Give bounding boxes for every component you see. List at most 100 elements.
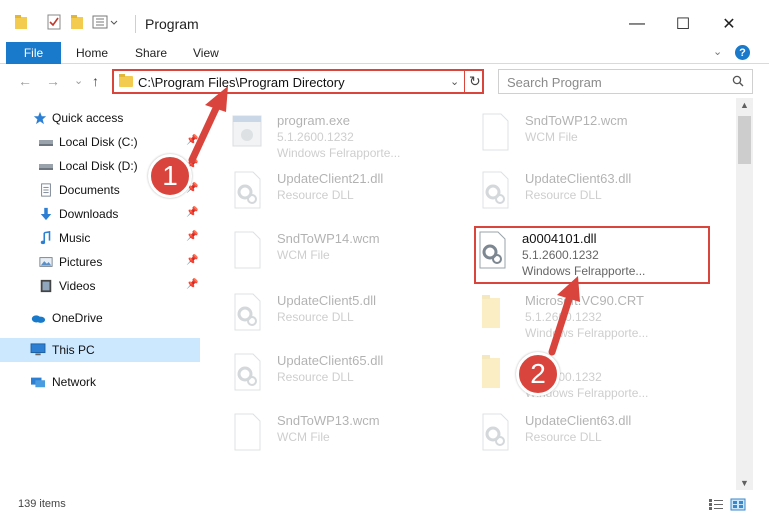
computer-icon	[30, 343, 46, 356]
tab-home[interactable]: Home	[76, 46, 108, 60]
blank-file-icon	[234, 413, 261, 451]
address-separator	[464, 71, 465, 92]
file-item-sndtowp13[interactable]: SndToWP13.wcm WCM File	[222, 404, 452, 460]
recent-locations-button[interactable]: ⌄	[74, 74, 83, 87]
file-item-updateclient63[interactable]: UpdateClient63.dll Resource DLL	[470, 162, 700, 218]
address-dropdown-icon[interactable]: ⌄	[450, 75, 459, 88]
help-icon[interactable]: ?	[735, 45, 750, 60]
back-button[interactable]: ←	[18, 73, 32, 89]
file-name: SndToWP12.wcm	[525, 113, 628, 128]
file-name: UpdateClient63.dll	[525, 171, 632, 186]
customize-toolbar-icon[interactable]	[92, 14, 122, 33]
file-version: 5.1.2600.1232	[277, 130, 354, 144]
dll-gear-icon	[234, 171, 261, 209]
title-separator	[135, 15, 136, 33]
search-input[interactable]: Search Program	[498, 69, 753, 94]
file-type: WCM File	[525, 130, 578, 144]
sidebar-item-downloads[interactable]: Downloads 📌	[0, 202, 200, 226]
search-placeholder: Search Program	[507, 75, 602, 90]
file-item-updateclient21[interactable]: UpdateClient21.dll Resource DLL	[222, 162, 452, 218]
sidebar-item-label: Quick access	[52, 111, 124, 125]
sidebar-item-label: Downloads	[59, 207, 119, 221]
scroll-down-icon[interactable]: ▼	[740, 478, 749, 488]
forward-button[interactable]: →	[46, 73, 60, 89]
navigation-bar: ← → ⌄ ↑ C:\Program Files\Program Directo…	[0, 64, 769, 98]
star-icon	[33, 111, 47, 125]
pin-icon[interactable]: 📌	[186, 135, 198, 146]
file-type: WCM File	[277, 430, 330, 444]
sidebar-item-onedrive[interactable]: OneDrive	[0, 306, 200, 330]
file-item-program-exe[interactable]: program.exe 5.1.2600.1232 Windows Felrap…	[222, 104, 452, 160]
scroll-up-icon[interactable]: ▲	[740, 100, 749, 110]
network-icon	[31, 377, 45, 388]
up-button[interactable]: ↑	[92, 73, 99, 89]
minimize-button[interactable]: —	[614, 10, 660, 38]
file-name: UpdateClient21.dll	[277, 171, 384, 186]
file-item-sndtowp12[interactable]: SndToWP12.wcm WCM File	[470, 104, 700, 160]
window-title: Program	[145, 16, 199, 32]
pin-icon[interactable]: 📌	[186, 255, 198, 266]
dll-gear-icon	[234, 353, 261, 391]
file-name: Microsoft.VC90.CRT	[525, 293, 644, 308]
file-item-updateclient63-b[interactable]: UpdateClient63.dll Resource DLL	[470, 404, 700, 460]
file-highlight-box	[474, 226, 710, 284]
file-type: Resource DLL	[277, 188, 354, 202]
pin-icon[interactable]: 📌	[186, 279, 198, 290]
status-bar: 139 items	[0, 490, 769, 530]
close-button[interactable]: ✕	[706, 10, 752, 38]
address-bar[interactable]: C:\Program Files\Program Directory ⌄ ↻	[112, 69, 484, 94]
file-type: Resource DLL	[277, 370, 354, 384]
dll-gear-icon	[234, 293, 261, 331]
properties-icon[interactable]	[46, 14, 62, 33]
file-name: SndToWP14.wcm	[277, 231, 380, 246]
search-icon[interactable]	[732, 75, 744, 87]
file-item-folder[interactable]: ul 5.1.2600.1232 Windows Felrapporte...	[470, 344, 700, 400]
folder-icon[interactable]	[14, 14, 30, 33]
cloud-icon	[31, 315, 46, 323]
address-path[interactable]: C:\Program Files\Program Directory	[138, 75, 345, 90]
file-item-updateclient5[interactable]: UpdateClient5.dll Resource DLL	[222, 284, 452, 340]
file-type: Resource DLL	[277, 310, 354, 324]
dll-gear-icon	[482, 413, 509, 451]
file-description: Windows Felrapporte...	[525, 326, 649, 340]
new-folder-icon[interactable]	[70, 14, 86, 33]
item-count: 139 items	[18, 498, 66, 510]
sidebar-item-pictures[interactable]: Pictures 📌	[0, 250, 200, 274]
file-type: Resource DLL	[525, 188, 602, 202]
tab-file[interactable]: File	[6, 42, 61, 64]
file-name: SndToWP13.wcm	[277, 413, 380, 428]
file-item-microsoft-vc90-crt[interactable]: Microsoft.VC90.CRT 5.1.2600.1232 Windows…	[470, 284, 700, 340]
file-name: UpdateClient63.dll	[525, 413, 632, 428]
vertical-scrollbar[interactable]: ▲ ▼	[736, 98, 753, 490]
pin-icon[interactable]: 📌	[186, 231, 198, 242]
sidebar-item-quick-access[interactable]: Quick access	[0, 106, 200, 130]
file-item-updateclient65[interactable]: UpdateClient65.dll Resource DLL	[222, 344, 452, 400]
details-view-icon[interactable]	[708, 498, 724, 511]
documents-icon	[41, 183, 51, 197]
file-item-sndtowp14[interactable]: SndToWP14.wcm WCM File	[222, 222, 452, 278]
file-description: Windows Felrapporte...	[277, 146, 401, 160]
sidebar-item-network[interactable]: Network	[0, 370, 200, 394]
sidebar-item-videos[interactable]: Videos 📌	[0, 274, 200, 298]
step-marker-1: 1	[148, 154, 192, 198]
folder-icon	[482, 355, 500, 388]
refresh-icon[interactable]: ↻	[469, 73, 481, 90]
expand-ribbon-icon[interactable]: ⌄	[713, 45, 722, 58]
sidebar-item-label: OneDrive	[52, 311, 103, 325]
scroll-thumb[interactable]	[738, 116, 751, 164]
tab-view[interactable]: View	[193, 46, 219, 60]
pictures-icon	[39, 257, 53, 267]
drive-icon	[39, 164, 53, 170]
sidebar-item-label: Music	[59, 231, 91, 245]
sidebar-item-this-pc[interactable]: This PC	[0, 338, 200, 362]
sidebar-item-local-disk-c[interactable]: Local Disk (C:) 📌	[0, 130, 200, 154]
exe-icon	[232, 115, 262, 147]
sidebar-item-music[interactable]: Music 📌	[0, 226, 200, 250]
pin-icon[interactable]: 📌	[186, 207, 198, 218]
tab-share[interactable]: Share	[135, 46, 167, 60]
maximize-button[interactable]: ☐	[660, 10, 706, 38]
file-name: UpdateClient5.dll	[277, 293, 377, 308]
tiles-view-icon[interactable]	[730, 498, 746, 511]
file-name: UpdateClient65.dll	[277, 353, 384, 368]
file-name: program.exe	[277, 113, 350, 128]
